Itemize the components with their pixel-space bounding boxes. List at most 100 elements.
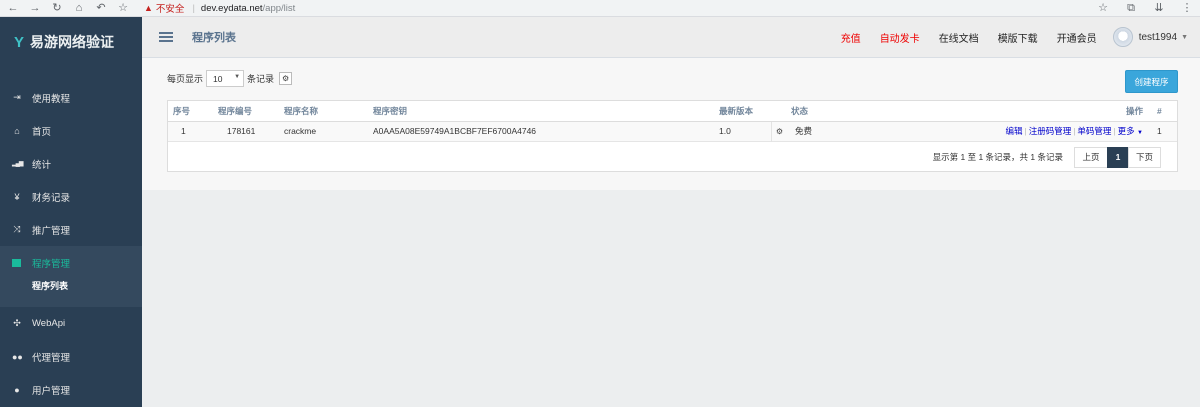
per-page-suffix: 条记录 xyxy=(247,74,275,84)
auto-card-link[interactable]: 自动发卡 xyxy=(880,30,920,45)
user-menu[interactable]: test1994 ▼ xyxy=(1112,27,1188,47)
caret-down-icon: ▼ xyxy=(1137,130,1143,136)
program-table: 序号 程序编号 程序名称 程序密钥 最新版本 状态 操作 # 1 178161 … xyxy=(167,100,1178,172)
sidebar-item-label: 代理管理 xyxy=(32,352,71,364)
shuffle-icon: ⤨ xyxy=(13,224,21,234)
divider: | xyxy=(1073,126,1076,136)
bookmark-star-icon[interactable]: ☆ xyxy=(1096,1,1110,15)
per-page-value: 10 xyxy=(213,73,223,84)
more-dropdown[interactable]: 更多 ▼ xyxy=(1118,126,1143,136)
windows-icon xyxy=(12,258,21,267)
url-path: /app/list xyxy=(262,2,296,14)
sidebar-item-tutorial[interactable]: ⇥ 使用教程 xyxy=(0,81,142,114)
pagination: 上页 1 下页 xyxy=(1074,146,1161,168)
col-program-name: 程序名称 xyxy=(280,101,369,122)
insecure-label: 不安全 xyxy=(155,4,185,15)
browser-toolbar: ← → ↻ ⌂ ↶ ☆ ▲ 不安全 | dev.eydata.net /app/… xyxy=(0,0,1200,17)
divider: | xyxy=(1113,126,1116,136)
sidebar-subitem-label: 程序列表 xyxy=(32,281,69,291)
sidebar-item-promotion[interactable]: ⤨ 推广管理 xyxy=(0,213,142,246)
template-download-link[interactable]: 模版下载 xyxy=(998,30,1038,45)
col-actions: 操作 xyxy=(857,101,1153,122)
sidebar-item-label: 程序管理 xyxy=(32,258,71,270)
home-icon[interactable]: ⌂ xyxy=(72,1,86,15)
reload-icon[interactable]: ↻ xyxy=(50,1,64,15)
prev-page-button[interactable]: 上页 xyxy=(1074,146,1108,168)
col-program-key: 程序密钥 xyxy=(369,101,715,122)
pagination-info: 显示第 1 至 1 条记录，共 1 条记录 xyxy=(932,152,1063,162)
single-code-manage-link[interactable]: 单码管理 xyxy=(1077,126,1111,136)
undo-icon[interactable]: ↶ xyxy=(94,1,108,15)
address-divider: | xyxy=(192,2,195,14)
extension-icon[interactable]: ⧉ xyxy=(1124,1,1138,15)
sidebar-item-users[interactable]: ● 用户管理 xyxy=(0,373,142,406)
table-row: 1 178161 crackme A0AA5A08E59749A1BCBF7EF… xyxy=(168,121,1177,142)
sidebar-item-label: 推广管理 xyxy=(32,225,71,237)
cell-program-key: A0AA5A08E59749A1BCBF7EF6700A4746 xyxy=(369,121,715,142)
table-header-row: 序号 程序编号 程序名称 程序密钥 最新版本 状态 操作 # xyxy=(168,101,1177,122)
sidebar-item-label: WebApi xyxy=(32,318,66,329)
brand[interactable]: Y 易游网络验证 xyxy=(0,17,142,67)
url-host: dev.eydata.net xyxy=(200,2,263,14)
current-page-button[interactable]: 1 xyxy=(1107,146,1129,168)
sidebar-item-label: 用户管理 xyxy=(32,385,71,397)
avatar xyxy=(1112,27,1133,47)
sidebar-item-programs[interactable]: 程序管理 xyxy=(0,246,142,279)
joomla-icon: ✣ xyxy=(13,318,21,328)
version-gear-icon[interactable]: ⚙ xyxy=(771,121,787,142)
back-icon[interactable]: ← xyxy=(6,1,20,15)
sidebar-item-label: 财务记录 xyxy=(32,192,71,204)
next-page-button[interactable]: 下页 xyxy=(1128,146,1161,168)
download-icon[interactable]: ⇊ xyxy=(1152,1,1166,15)
table-toolbar: 每页显示 10 ▼ 条记录 ⚙ xyxy=(167,70,293,87)
top-links: 充值 自动发卡 在线文档 模版下载 开通会员 test1994 ▼ xyxy=(822,27,1200,47)
bar-chart-icon: ▂▄▆ xyxy=(12,161,23,167)
docs-link[interactable]: 在线文档 xyxy=(939,30,979,45)
forward-icon[interactable]: → xyxy=(28,1,42,15)
per-page-select[interactable]: 10 ▼ xyxy=(206,70,245,87)
sign-in-icon: ⇥ xyxy=(13,92,21,102)
sidebar-item-label: 使用教程 xyxy=(32,93,71,105)
star-icon[interactable]: ☆ xyxy=(116,1,130,15)
sidebar: Y 易游网络验证 ⇥ 使用教程 ⌂ 首页 ▂▄▆ 统计 ¥ 财务记录 ⤨ 推广管… xyxy=(0,17,142,407)
recharge-link[interactable]: 充值 xyxy=(841,30,861,45)
chevron-down-icon: ▼ xyxy=(1181,33,1188,41)
users-icon: ●● xyxy=(12,351,23,362)
brand-logo-icon: Y xyxy=(14,33,25,51)
sidebar-group-programs: 程序管理 程序列表 xyxy=(0,246,142,307)
menu-toggle-icon[interactable] xyxy=(159,30,173,44)
table-footer: 显示第 1 至 1 条记录，共 1 条记录 上页 1 下页 xyxy=(168,143,1177,171)
col-hash: # xyxy=(1153,101,1177,122)
regcode-manage-link[interactable]: 注册码管理 xyxy=(1029,126,1072,136)
cell-version: 1.0 ⚙ xyxy=(715,121,787,142)
user-name: test1994 xyxy=(1138,31,1178,43)
cell-index: 1 xyxy=(168,121,214,142)
sidebar-item-webapi[interactable]: ✣ WebApi xyxy=(0,307,142,340)
address-bar[interactable]: ▲ 不安全 | dev.eydata.net /app/list xyxy=(144,1,296,16)
sidebar-subitem-program-list[interactable]: 程序列表 xyxy=(0,279,142,307)
sidebar-item-finance[interactable]: ¥ 财务记录 xyxy=(0,180,142,213)
warning-icon: ▲ xyxy=(144,3,153,13)
divider: | xyxy=(1024,126,1027,136)
create-program-button[interactable]: 创建程序 xyxy=(1125,70,1178,93)
more-label: 更多 xyxy=(1117,126,1135,136)
cell-program-name: crackme xyxy=(280,121,369,142)
col-program-number: 程序编号 xyxy=(214,101,280,122)
sidebar-menu: ⇥ 使用教程 ⌂ 首页 ▂▄▆ 统计 ¥ 财务记录 ⤨ 推广管理 程序管理 程序… xyxy=(0,81,142,406)
version-value: 1.0 xyxy=(719,126,731,136)
content-panel: 每页显示 10 ▼ 条记录 ⚙ 创建程序 序号 程序编号 程序名称 程序密钥 最… xyxy=(142,58,1200,190)
chevron-down-icon: ▼ xyxy=(234,74,241,80)
per-page-prefix: 每页显示 xyxy=(167,74,204,84)
col-version: 最新版本 xyxy=(715,101,787,122)
settings-gear-icon[interactable]: ⚙ xyxy=(279,72,293,85)
cell-actions: 编辑 | 注册码管理 | 单码管理 | 更多 ▼ xyxy=(857,121,1153,142)
sidebar-item-stats[interactable]: ▂▄▆ 统计 xyxy=(0,147,142,180)
edit-link[interactable]: 编辑 xyxy=(1005,126,1022,136)
brand-name: 易游网络验证 xyxy=(30,34,115,50)
cell-hash: 1 xyxy=(1153,121,1177,142)
sidebar-item-home[interactable]: ⌂ 首页 xyxy=(0,114,142,147)
membership-link[interactable]: 开通会员 xyxy=(1057,30,1097,45)
more-menu-icon[interactable]: ⋮ xyxy=(1180,1,1194,15)
sidebar-item-agents[interactable]: ●● 代理管理 xyxy=(0,340,142,373)
page-title: 程序列表 xyxy=(192,32,236,44)
